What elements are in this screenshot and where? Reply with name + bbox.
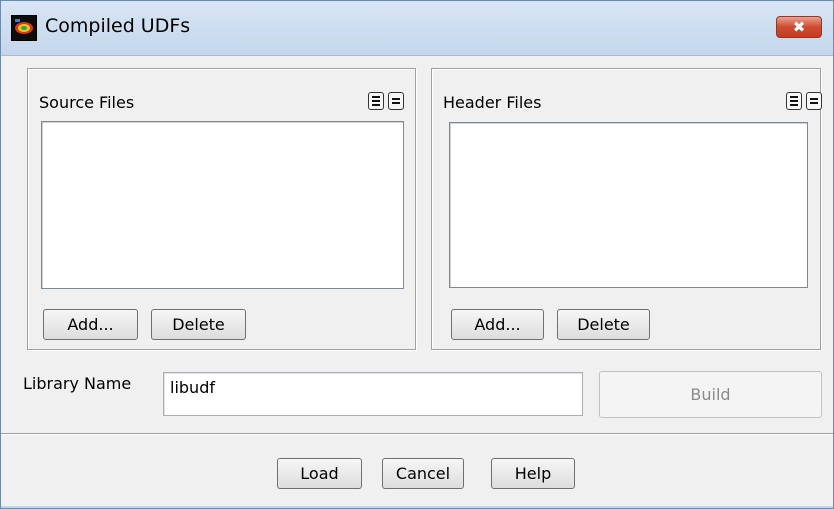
build-button[interactable]: Build xyxy=(599,371,822,418)
library-name-label: Library Name xyxy=(23,374,132,393)
cancel-button[interactable]: Cancel xyxy=(382,458,464,489)
header-files-label: Header Files xyxy=(443,93,542,112)
fluent-app-icon xyxy=(11,15,37,41)
load-button[interactable]: Load xyxy=(277,458,362,489)
window-title: Compiled UDFs xyxy=(45,15,191,37)
library-name-input[interactable]: libudf xyxy=(163,372,583,416)
close-button[interactable]: ✖ xyxy=(776,16,822,38)
source-files-list[interactable] xyxy=(41,121,404,289)
close-icon: ✖ xyxy=(792,18,806,36)
select-all-icon[interactable] xyxy=(368,92,384,110)
source-files-label: Source Files xyxy=(39,93,135,112)
deselect-all-icon[interactable] xyxy=(806,92,822,110)
separator xyxy=(1,433,833,435)
deselect-all-icon[interactable] xyxy=(388,92,404,110)
add-source-file-button[interactable]: Add... xyxy=(43,309,138,340)
header-files-list[interactable] xyxy=(449,122,808,288)
delete-source-file-button[interactable]: Delete xyxy=(151,309,246,340)
delete-header-file-button[interactable]: Delete xyxy=(557,309,650,340)
add-header-file-button[interactable]: Add... xyxy=(451,309,544,340)
help-button[interactable]: Help xyxy=(491,458,575,489)
fluent-app-icon-graphic xyxy=(12,16,36,40)
title-bar[interactable]: Compiled UDFs ✖ xyxy=(1,1,833,56)
compiled-udfs-dialog: Compiled UDFs ✖ Source Files Add... Dele… xyxy=(0,0,834,509)
select-all-icon[interactable] xyxy=(786,92,802,110)
